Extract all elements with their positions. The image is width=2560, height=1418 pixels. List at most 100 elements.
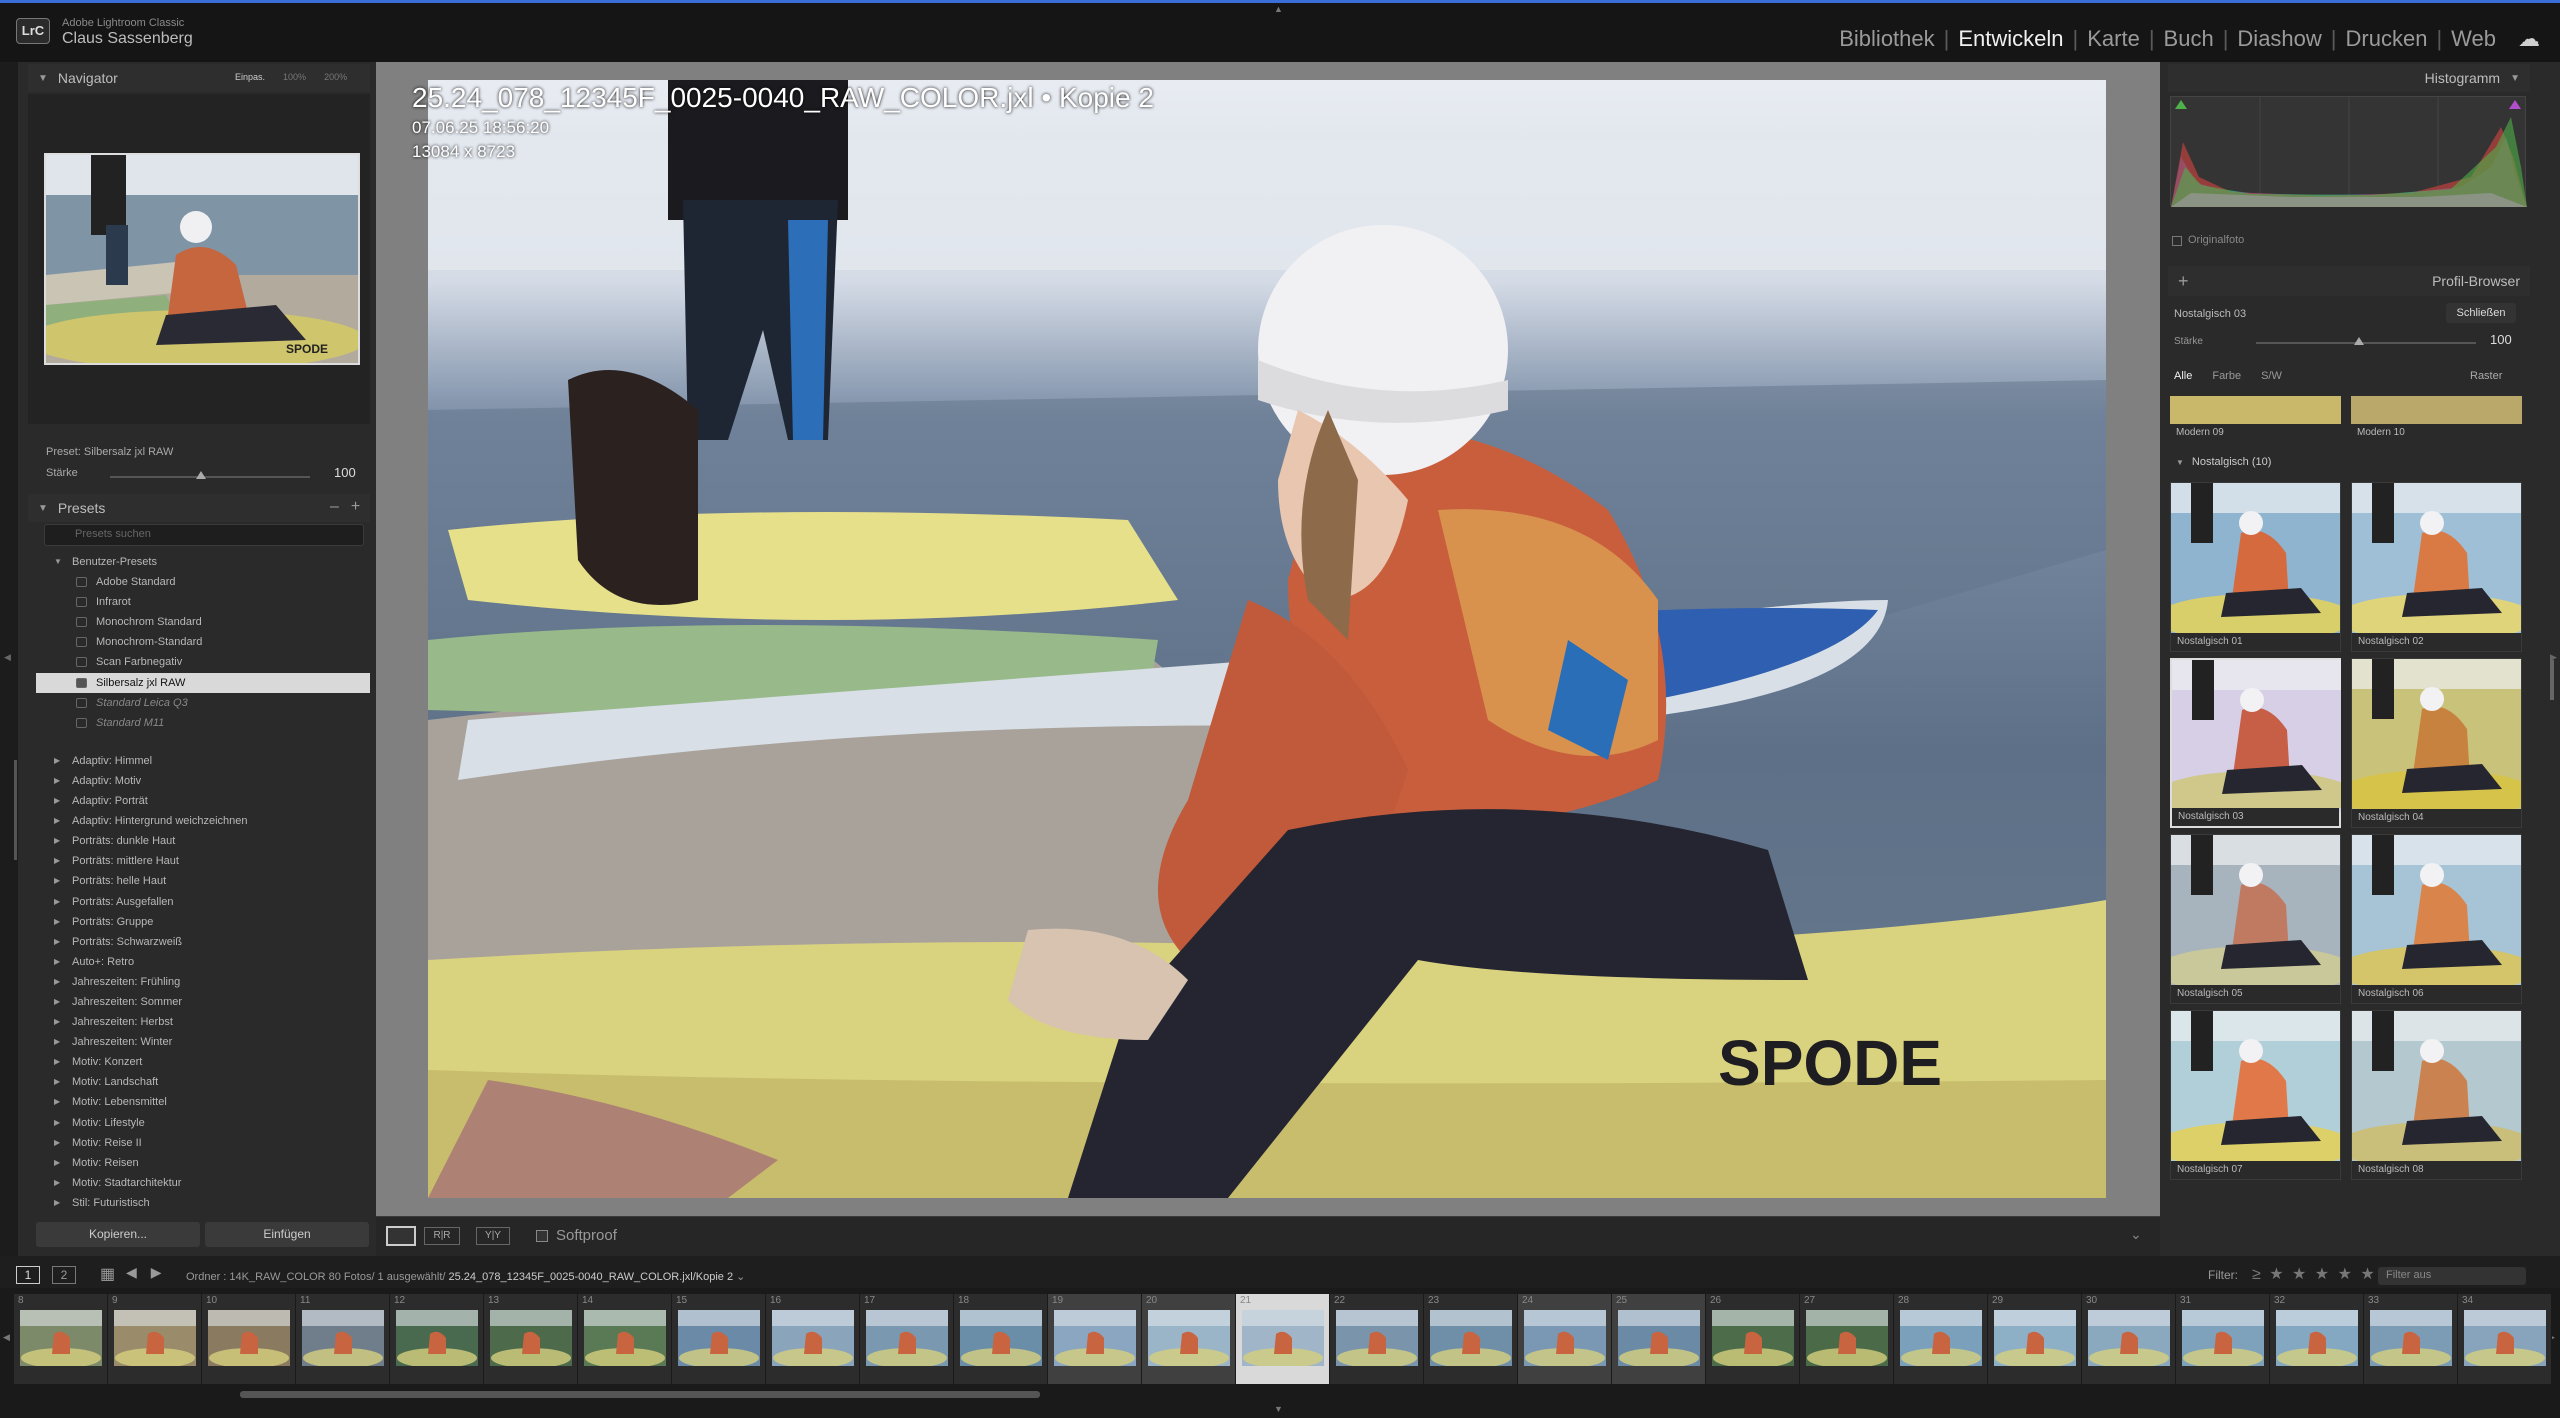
profile-strength-handle[interactable] — [2354, 337, 2364, 345]
profile-thumb-nostalgisch-01[interactable]: Nostalgisch 01 — [2170, 482, 2341, 652]
module-diashow[interactable]: Diashow — [2237, 26, 2321, 52]
filmstrip-item[interactable]: 15 — [672, 1294, 766, 1384]
preset-group[interactable]: ▶ Motiv: Landschaft — [36, 1072, 370, 1092]
module-entwickeln[interactable]: Entwickeln — [1958, 26, 2063, 52]
softproof-checkbox[interactable] — [536, 1230, 548, 1242]
filmstrip-item[interactable]: 16 — [766, 1294, 860, 1384]
toolbar-menu-chevron-icon[interactable]: ⌄ — [2130, 1226, 2142, 1243]
preset-item[interactable]: Adobe Standard — [36, 572, 370, 592]
filmstrip-item[interactable]: 10 — [202, 1294, 296, 1384]
before-after-left-right-button[interactable]: R|R — [424, 1227, 460, 1245]
profile-thumb-nostalgisch-07[interactable]: Nostalgisch 07 — [2170, 1010, 2341, 1180]
profile-thumb-modern-10[interactable]: Modern 10 — [2351, 396, 2522, 442]
filmstrip-item[interactable]: 32 — [2270, 1294, 2364, 1384]
filmstrip-item[interactable]: 11 — [296, 1294, 390, 1384]
preset-group[interactable]: ▶ Adaptiv: Hintergrund weichzeichnen — [36, 811, 370, 831]
preset-item[interactable]: Infrarot — [36, 592, 370, 612]
profile-strength-value[interactable]: 100 — [2490, 332, 2512, 347]
filmstrip-item[interactable]: 14 — [578, 1294, 672, 1384]
main-photo[interactable]: SPODE — [428, 80, 2106, 1198]
preset-group-user[interactable]: ▼ Benutzer-Presets — [36, 552, 370, 572]
filmstrip-item[interactable]: 18 — [954, 1294, 1048, 1384]
filmstrip-item[interactable]: 9 — [108, 1294, 202, 1384]
original-photo-checkbox[interactable] — [2172, 236, 2182, 246]
preset-group[interactable]: ▶ Motiv: Konzert — [36, 1052, 370, 1072]
filmstrip-item[interactable]: 27 — [1800, 1294, 1894, 1384]
preset-item[interactable]: Monochrom Standard — [36, 612, 370, 632]
profile-thumb-nostalgisch-06[interactable]: Nostalgisch 06 — [2351, 834, 2522, 1004]
next-arrow-icon[interactable]: ▶ — [151, 1264, 162, 1281]
filmstrip-item[interactable]: 20 — [1142, 1294, 1236, 1384]
cloud-sync-icon[interactable]: ☁ — [2518, 26, 2540, 52]
filmstrip-item[interactable]: 34 — [2458, 1294, 2552, 1384]
navigator-thumbnail[interactable]: SPODE — [44, 153, 360, 365]
preset-group[interactable]: ▶ Adaptiv: Himmel — [36, 751, 370, 771]
preset-group[interactable]: ▶ Jahreszeiten: Sommer — [36, 992, 370, 1012]
filmstrip-item[interactable]: 8 — [14, 1294, 108, 1384]
before-after-top-bottom-button[interactable]: Y|Y — [476, 1227, 510, 1245]
preset-group[interactable]: ▶ Motiv: Stadtarchitektur — [36, 1173, 370, 1193]
filmstrip-item[interactable]: 19 — [1048, 1294, 1142, 1384]
preset-group[interactable]: ▶ Motiv: Reise II — [36, 1133, 370, 1153]
right-panel-scrollbar[interactable] — [2550, 660, 2554, 700]
histogram[interactable] — [2170, 96, 2527, 207]
tab-sw[interactable]: S/W — [2261, 370, 2282, 382]
preset-item[interactable]: Standard Leica Q3 — [36, 693, 370, 713]
preset-group[interactable]: ▶ Adaptiv: Porträt — [36, 791, 370, 811]
preset-group[interactable]: ▶ Jahreszeiten: Winter — [36, 1032, 370, 1052]
zoom-100-option[interactable]: 100% — [283, 72, 306, 82]
filmstrip-item[interactable]: 29 — [1988, 1294, 2082, 1384]
paste-settings-button[interactable]: Einfügen — [205, 1222, 369, 1247]
filmstrip-item[interactable]: 31 — [2176, 1294, 2270, 1384]
previous-arrow-icon[interactable]: ◀ — [126, 1264, 137, 1281]
filmstrip-scrollbar[interactable] — [240, 1391, 1040, 1398]
preset-search-input[interactable]: Presets suchen — [44, 524, 364, 546]
preset-group[interactable]: ▶ Motiv: Lifestyle — [36, 1113, 370, 1133]
tab-farbe[interactable]: Farbe — [2212, 370, 2241, 382]
preset-item[interactable]: Standard M11 — [36, 713, 370, 733]
filmstrip-item[interactable]: 30 — [2082, 1294, 2176, 1384]
preset-strength-slider[interactable] — [110, 476, 310, 478]
profile-thumb-modern-09[interactable]: Modern 09 — [2170, 396, 2341, 442]
filmstrip-item[interactable]: 12 — [390, 1294, 484, 1384]
module-karte[interactable]: Karte — [2087, 26, 2140, 52]
filmstrip-item[interactable]: 22 — [1330, 1294, 1424, 1384]
preset-group[interactable]: ▶ Jahreszeiten: Frühling — [36, 972, 370, 992]
zoom-200-option[interactable]: 200% — [324, 72, 347, 82]
filmstrip-item[interactable]: 24 — [1518, 1294, 1612, 1384]
grid-view-icon[interactable]: ▦ — [100, 1264, 115, 1284]
close-profile-browser-button[interactable]: Schließen — [2446, 303, 2516, 323]
module-bibliothek[interactable]: Bibliothek — [1839, 26, 1934, 52]
preset-group[interactable]: ▶ Porträts: Gruppe — [36, 912, 370, 932]
profile-thumb-nostalgisch-04[interactable]: Nostalgisch 04 — [2351, 658, 2522, 828]
preset-group[interactable]: ▶ Motiv: Lebensmittel — [36, 1092, 370, 1112]
filter-select[interactable]: Filter aus — [2378, 1267, 2526, 1285]
profile-view-mode[interactable]: Raster — [2470, 370, 2502, 382]
secondary-window-button[interactable]: 2 — [52, 1266, 76, 1284]
profile-group-nostalgisch[interactable]: ▼ Nostalgisch (10) — [2176, 456, 2271, 468]
preset-group[interactable]: ▶ Porträts: Schwarzweiß — [36, 932, 370, 952]
preset-item[interactable]: Scan Farbnegativ — [36, 652, 370, 672]
copy-settings-button[interactable]: Kopieren... — [36, 1222, 200, 1247]
preset-group[interactable]: ▶ Porträts: dunkle Haut — [36, 831, 370, 851]
preset-group[interactable]: ▶ Porträts: mittlere Haut — [36, 851, 370, 871]
preset-strength-handle[interactable] — [196, 471, 206, 479]
collapse-top-arrow-icon[interactable]: ▲ — [1274, 4, 1283, 14]
filmstrip-item[interactable]: 28 — [1894, 1294, 1988, 1384]
module-web[interactable]: Web — [2451, 26, 2496, 52]
module-drucken[interactable]: Drucken — [2346, 26, 2428, 52]
tab-alle[interactable]: Alle — [2174, 370, 2192, 382]
preset-group[interactable]: ▶ Stil: Futuristisch — [36, 1193, 370, 1213]
preset-strength-value[interactable]: 100 — [334, 465, 356, 480]
presets-header[interactable]: ▼ Presets — [28, 494, 370, 522]
filmstrip-item[interactable]: 26 — [1706, 1294, 1800, 1384]
filmstrip-item[interactable]: 21 — [1236, 1294, 1330, 1384]
add-preset-icon[interactable]: + — [351, 498, 360, 516]
rating-filter-stars[interactable]: ≥ ★ ★ ★ ★ ★ — [2252, 1264, 2377, 1284]
preset-item-selected[interactable]: Silbersalz jxl RAW — [36, 672, 370, 693]
profile-thumb-nostalgisch-08[interactable]: Nostalgisch 08 — [2351, 1010, 2522, 1180]
filmstrip-item[interactable]: 17 — [860, 1294, 954, 1384]
profile-thumb-nostalgisch-02[interactable]: Nostalgisch 02 — [2351, 482, 2522, 652]
preset-group[interactable]: ▶ Motiv: Reisen — [36, 1153, 370, 1173]
preset-group[interactable]: ▶ Adaptiv: Motiv — [36, 771, 370, 791]
